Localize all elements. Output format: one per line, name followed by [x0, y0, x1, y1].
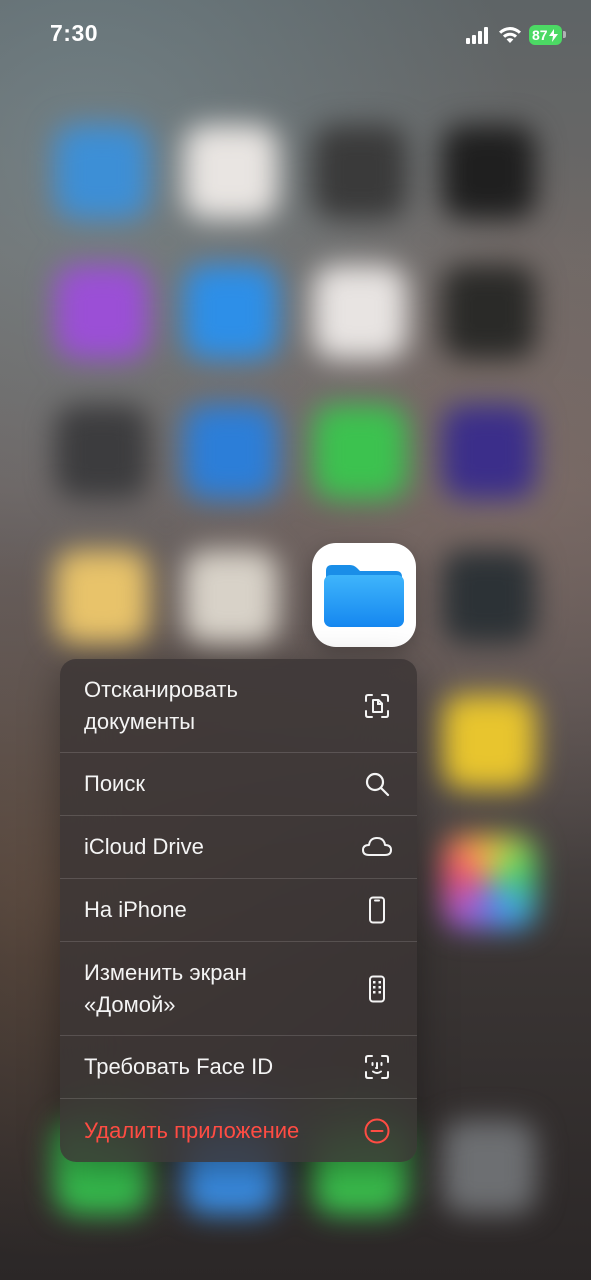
menu-item-require-face-id[interactable]: Требовать Face ID [60, 1036, 417, 1099]
blurred-app-icon [442, 695, 536, 789]
blurred-app-icon [313, 265, 407, 359]
blurred-app-icon [55, 265, 149, 359]
context-menu: Отсканировать документы Поиск iCloud Dri… [60, 659, 417, 1162]
menu-item-edit-home-screen[interactable]: Изменить экран «Домой» [60, 942, 417, 1036]
blurred-app-icon [184, 125, 278, 219]
folder-icon [324, 565, 404, 627]
menu-item-label: На iPhone [84, 897, 187, 922]
files-app-icon[interactable] [312, 543, 416, 647]
battery-indicator: 87 [529, 25, 562, 45]
blurred-app-icon [55, 550, 149, 644]
cloud-icon [361, 831, 393, 863]
blurred-app-icon [442, 550, 536, 644]
battery-percent: 87 [532, 27, 548, 43]
status-bar: 7:30 87 [0, 0, 591, 70]
blurred-app-icon [442, 265, 536, 359]
blurred-app-icon [442, 405, 536, 499]
menu-item-icloud-drive[interactable]: iCloud Drive [60, 816, 417, 879]
menu-item-label: Требовать Face ID [84, 1054, 274, 1079]
face-id-icon [361, 1051, 393, 1083]
blurred-dock-icon [442, 1120, 536, 1214]
wifi-icon [499, 27, 521, 43]
menu-item-label: iCloud Drive [84, 834, 204, 859]
blurred-app-icon [184, 550, 278, 644]
blurred-app-icon [442, 835, 536, 929]
blurred-app-icon [442, 125, 536, 219]
menu-item-scan-documents[interactable]: Отсканировать документы [60, 659, 417, 753]
menu-item-label: Отсканировать документы [84, 676, 238, 734]
cellular-signal-icon [466, 27, 490, 44]
blurred-app-icon [313, 405, 407, 499]
blurred-app-icon [184, 265, 278, 359]
menu-item-label: Удалить приложение [84, 1117, 300, 1143]
battery-tip [563, 31, 566, 38]
status-time: 7:30 [50, 20, 99, 46]
menu-item-label: Изменить экран «Домой» [84, 959, 247, 1017]
menu-item-delete-app[interactable]: Удалить приложение [60, 1099, 417, 1162]
blurred-app-icon [55, 405, 149, 499]
minus-circle-icon [361, 1115, 393, 1147]
menu-item-search[interactable]: Поиск [60, 753, 417, 816]
menu-item-on-iphone[interactable]: На iPhone [60, 879, 417, 942]
blurred-app-icon [184, 405, 278, 499]
blurred-app-icon [55, 125, 149, 219]
iphone-icon [361, 894, 393, 926]
charging-bolt-icon [548, 28, 558, 42]
search-icon [361, 768, 393, 800]
home-screen-edit-icon [361, 973, 393, 1005]
menu-item-label: Поиск [84, 771, 145, 796]
scan-document-icon [361, 690, 393, 722]
blurred-app-icon [313, 125, 407, 219]
